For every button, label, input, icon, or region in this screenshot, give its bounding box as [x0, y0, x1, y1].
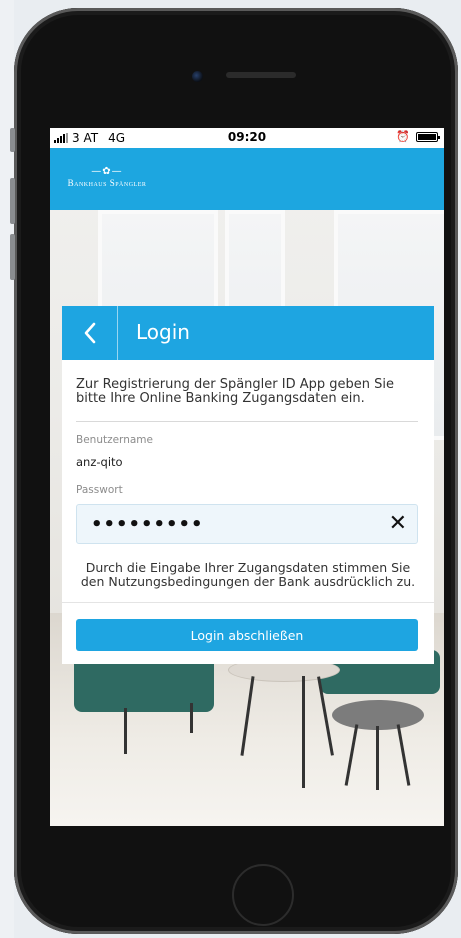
intro-text: Zur Registrierung der Spängler ID App ge…	[76, 377, 394, 406]
card-separator	[62, 602, 434, 603]
back-chevron-icon	[84, 322, 95, 344]
password-label: Passwort	[76, 484, 123, 496]
status-right: ⏰	[396, 130, 440, 143]
login-card-header: Login	[62, 306, 434, 360]
password-value: •••••••••	[91, 514, 204, 535]
earpiece-speaker	[226, 72, 296, 78]
username-field[interactable]: anz-qito	[76, 455, 123, 469]
background-chair-leg	[190, 703, 193, 733]
background-table-leg	[376, 726, 379, 790]
front-camera	[192, 71, 203, 82]
volume-up-button	[10, 178, 15, 224]
home-button[interactable]	[232, 864, 294, 926]
login-card: Login Zur Registrierung der Spängler ID …	[62, 306, 434, 664]
screen: 3 AT 4G 09:20 ⏰ —✿— Bankhaus Spängler Lo…	[50, 128, 444, 826]
login-title: Login	[136, 320, 190, 344]
logo-mark: —✿—	[91, 166, 123, 177]
status-time: 09:20	[227, 130, 267, 144]
back-button[interactable]	[62, 306, 118, 360]
username-label: Benutzername	[76, 434, 153, 446]
clear-icon[interactable]: ✕	[389, 511, 407, 537]
terms-text: Durch die Eingabe Ihrer Zugangsdaten sti…	[80, 560, 416, 589]
app-header: —✿— Bankhaus Spängler	[50, 148, 444, 210]
login-submit-button[interactable]: Login abschließen	[76, 619, 418, 651]
mute-switch	[10, 128, 15, 152]
background-chair-leg	[124, 708, 127, 754]
status-bar: 3 AT 4G 09:20 ⏰	[50, 128, 444, 148]
battery-icon	[416, 132, 440, 142]
background-table-leg	[302, 676, 305, 788]
bank-logo: —✿— Bankhaus Spängler	[55, 166, 159, 188]
volume-down-button	[10, 234, 15, 280]
password-field[interactable]: ••••••••• ✕	[76, 504, 418, 544]
alarm-icon: ⏰	[396, 130, 410, 143]
divider	[76, 421, 418, 422]
logo-text: Bankhaus Spängler	[67, 178, 147, 188]
